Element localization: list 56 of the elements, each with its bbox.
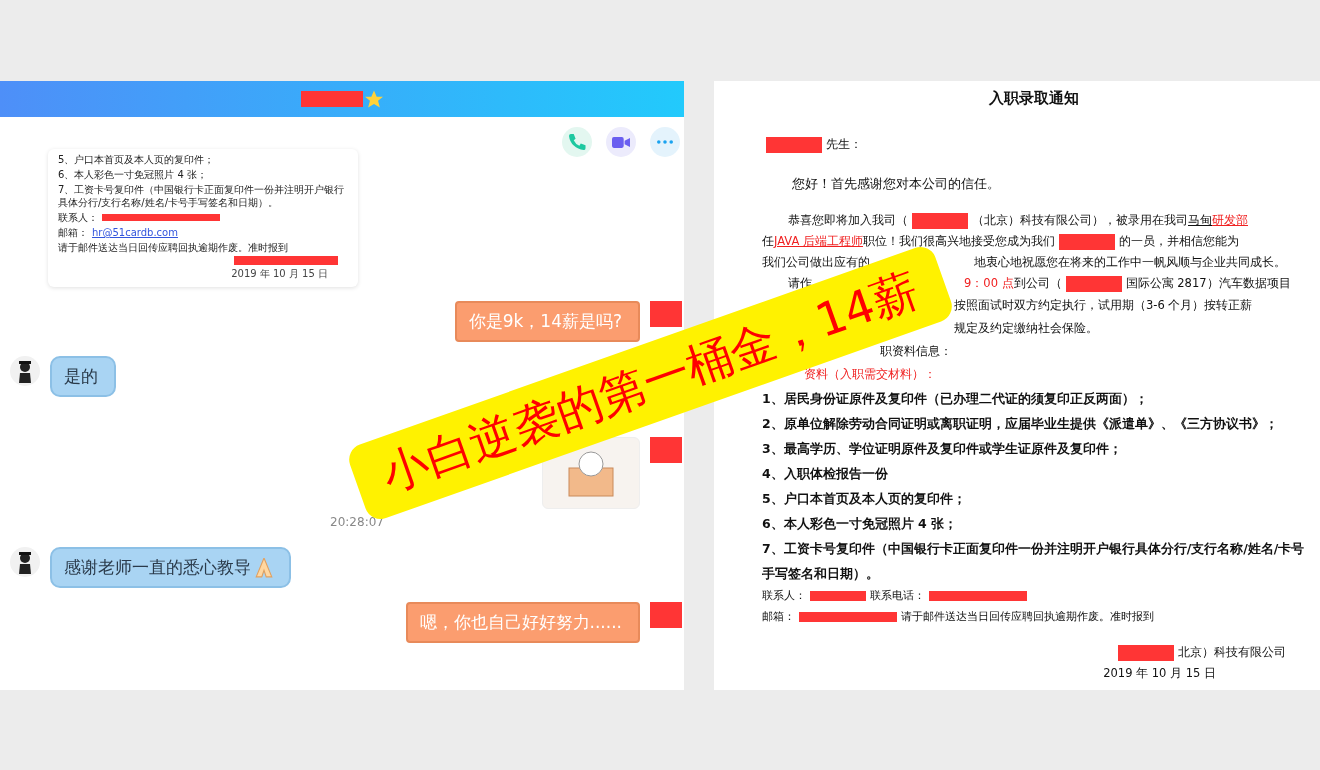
document-text: （北京）科技有限公司），被录用在我司: [972, 212, 1188, 229]
redaction-block: [1118, 644, 1174, 661]
document-text: 7、工资卡号复印件（中国银行卡正面复印件一份并注明开户银行具体分行/支行名称/姓名/卡号手写签名和日期）。: [762, 540, 1306, 583]
document-text: 先生：: [826, 136, 862, 153]
document-text: 7、工资卡号复印件（中国银行卡正面复印件一份并注明开户银行具体分行/支行名称/姓名/卡号手写签名和日期）。: [58, 183, 346, 209]
document-text: 研发部: [1212, 212, 1248, 229]
document-text: 邮箱：: [762, 609, 795, 625]
redaction-block: [810, 590, 866, 601]
document-date: 2019 年 10 月 15 日: [231, 267, 328, 281]
video-call-button[interactable]: [606, 127, 636, 157]
document-text: 4、入职体检报告一份: [762, 465, 888, 483]
document-text: 9：00 点: [964, 275, 1014, 292]
avatar-icon: [10, 547, 40, 577]
document-text: 请于邮件送达当日回传应聘回执逾期作废。准时报到: [58, 241, 289, 254]
redacted-avatar: [650, 301, 682, 327]
document-image-message[interactable]: 5、户口本首页及本人页的复印件； 6、本人彩色一寸免冠照片 4 张； 7、工资卡号复印件（中国银行卡正面复印件一份并注明开户银行具体分行/支行名称/姓名/卡号手写签名和日期）。 联系人： 邮箱： hr@51cardb.com 请于邮件送达当日回传应聘回执逾期作废。准时报到 2019 年 10 月 15 日: [48, 149, 358, 287]
phone-icon: [568, 133, 586, 151]
email-link: hr@51cardb.com: [92, 227, 178, 238]
document-text: 地衷心地祝愿您在将来的工作中一帆风顺与企业共同成长。: [974, 254, 1286, 271]
document-title: 入职录取通知: [988, 89, 1080, 108]
more-button[interactable]: [650, 127, 680, 157]
document-text: 5、户口本首页及本人页的复印件；: [58, 153, 216, 166]
document-text: 联系电话：: [870, 588, 925, 604]
document-text: 您好！首先感谢您对本公司的信任。: [792, 175, 1000, 193]
document-text: 请作: [788, 275, 812, 292]
redacted-avatar: [650, 602, 682, 628]
message-bubble: 嗯，你也自己好好努力......: [405, 602, 640, 643]
document-text: 联系人：: [58, 211, 98, 224]
redaction-block: [912, 212, 968, 229]
redaction-block: [1059, 233, 1115, 250]
message-bubble: 你是9k，14薪是吗?: [454, 301, 640, 342]
document-text: 恭喜您即将加入我司（: [788, 212, 908, 229]
document-text: 职资料信息：: [880, 343, 952, 360]
document-text: 按照面试时双方约定执行，试用期（3-6 个月）按转正薪: [954, 297, 1253, 314]
document-text: 北京）科技有限公司: [1178, 644, 1286, 661]
document-text: 联系人：: [762, 588, 806, 604]
document-text: 到公司（: [1013, 275, 1062, 292]
document-text: 2019 年 10 月 15 日: [1103, 665, 1216, 682]
document-text: 国际公寓 2817）汽车数据项目: [1125, 275, 1291, 292]
message-bubble: 感谢老师一直的悉心教导: [50, 547, 291, 588]
call-button[interactable]: [562, 127, 592, 157]
more-icon: [657, 140, 673, 144]
redaction-block: [1065, 275, 1122, 292]
video-camera-icon: [612, 136, 630, 148]
document-text: 6、本人彩色一寸免冠照片 4 张；: [58, 168, 209, 181]
redacted-avatar: [650, 437, 682, 463]
document-text: 的一员，并相信您能为: [1119, 233, 1239, 250]
document-text: 请于邮件送达当日回传应聘回执逾期作废。准时报到: [901, 609, 1154, 625]
document-text: 马甸: [1188, 212, 1212, 229]
document-text: 邮箱：: [58, 226, 88, 239]
document-text: 资料（入职需交材料）：: [804, 366, 936, 383]
redaction-block: [766, 136, 822, 153]
message-bubble: 是的: [50, 356, 116, 397]
avatar-icon: [10, 356, 40, 386]
redacted-title: [301, 91, 363, 107]
document-text: 规定及约定缴纳社会保险。: [954, 320, 1098, 337]
